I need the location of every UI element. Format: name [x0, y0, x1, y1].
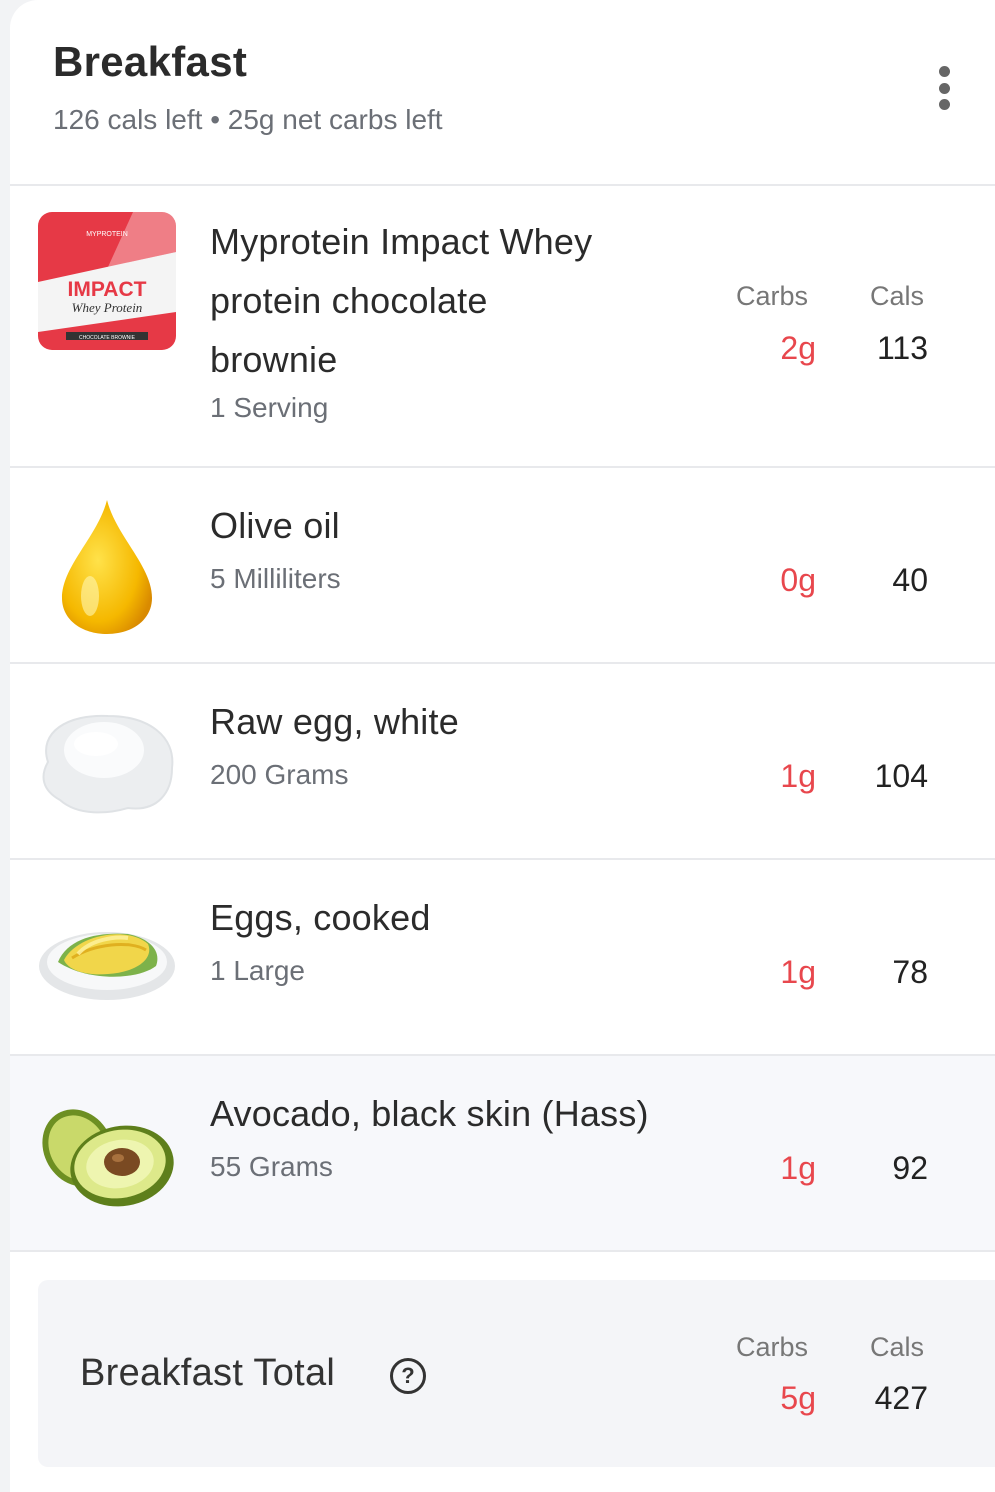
- food-cals: 104: [874, 758, 928, 794]
- help-icon[interactable]: ?: [390, 1358, 426, 1394]
- food-name: Myprotein Impact Whey protein chocolate …: [210, 221, 593, 380]
- cals-column-header: Cals: [870, 281, 925, 311]
- food-name: Avocado, black skin (Hass): [210, 1093, 649, 1134]
- svg-text:CHOCOLATE BROWNIE: CHOCOLATE BROWNIE: [79, 335, 136, 341]
- food-carbs: 1g: [780, 758, 816, 794]
- food-amount: 55 Grams: [210, 1151, 333, 1182]
- oil-drop-icon: [62, 500, 152, 634]
- food-amount: 1 Serving: [210, 392, 329, 423]
- more-options-icon[interactable]: [936, 66, 952, 110]
- food-name: Eggs, cooked: [210, 897, 431, 938]
- carbs-column-header: Carbs: [736, 281, 809, 311]
- food-name: Raw egg, white: [210, 701, 459, 742]
- food-carbs: 1g: [780, 1150, 816, 1186]
- meal-summary: 126 cals left • 25g net carbs left: [53, 104, 443, 135]
- meal-header: Breakfast 126 cals left • 25g net carbs …: [10, 0, 995, 186]
- food-amount: 5 Milliliters: [210, 563, 341, 594]
- food-carbs: 0g: [780, 562, 816, 598]
- svg-text:IMPACT: IMPACT: [68, 278, 147, 301]
- food-cals: 92: [892, 1150, 928, 1186]
- food-cals: 78: [892, 954, 928, 990]
- food-amount: 1 Large: [210, 955, 305, 986]
- svg-text:Whey Protein: Whey Protein: [72, 300, 143, 315]
- svg-text:MYPROTEIN: MYPROTEIN: [86, 231, 128, 238]
- cals-column-header: Cals: [870, 1332, 925, 1362]
- meal-title: Breakfast: [53, 38, 248, 85]
- food-item-olive-oil[interactable]: Olive oil 5 Milliliters 0g 40: [10, 468, 995, 664]
- food-item-eggs-cooked[interactable]: Eggs, cooked 1 Large 1g 78: [10, 860, 995, 1056]
- total-cals: 427: [874, 1380, 928, 1416]
- food-carbs: 1g: [780, 954, 816, 990]
- raw-egg-white-icon: [42, 714, 174, 814]
- omelette-plate-icon: [39, 932, 175, 1000]
- food-item-raw-egg-white[interactable]: Raw egg, white 200 Grams 1g 104: [10, 664, 995, 860]
- protein-pouch-icon: MYPROTEIN IMPACT Whey Protein CHOCOLATE …: [38, 212, 176, 350]
- meal-card: Breakfast 126 cals left • 25g net carbs …: [10, 0, 995, 1492]
- meal-total-panel: Breakfast Total ? Carbs Cals 5g 427: [38, 1280, 995, 1467]
- food-name: Olive oil: [210, 505, 340, 546]
- food-cals: 40: [892, 562, 928, 598]
- meal-total-label: Breakfast Total: [80, 1352, 336, 1394]
- avocado-icon: [42, 1109, 174, 1207]
- food-item-myprotein[interactable]: MYPROTEIN IMPACT Whey Protein CHOCOLATE …: [10, 184, 995, 468]
- food-cals: 113: [876, 330, 928, 366]
- food-item-avocado[interactable]: Avocado, black skin (Hass) 55 Grams 1g 9…: [10, 1056, 995, 1252]
- carbs-column-header: Carbs: [736, 1332, 809, 1362]
- food-amount: 200 Grams: [210, 759, 349, 790]
- total-carbs: 5g: [780, 1380, 816, 1416]
- food-carbs: 2g: [780, 330, 816, 366]
